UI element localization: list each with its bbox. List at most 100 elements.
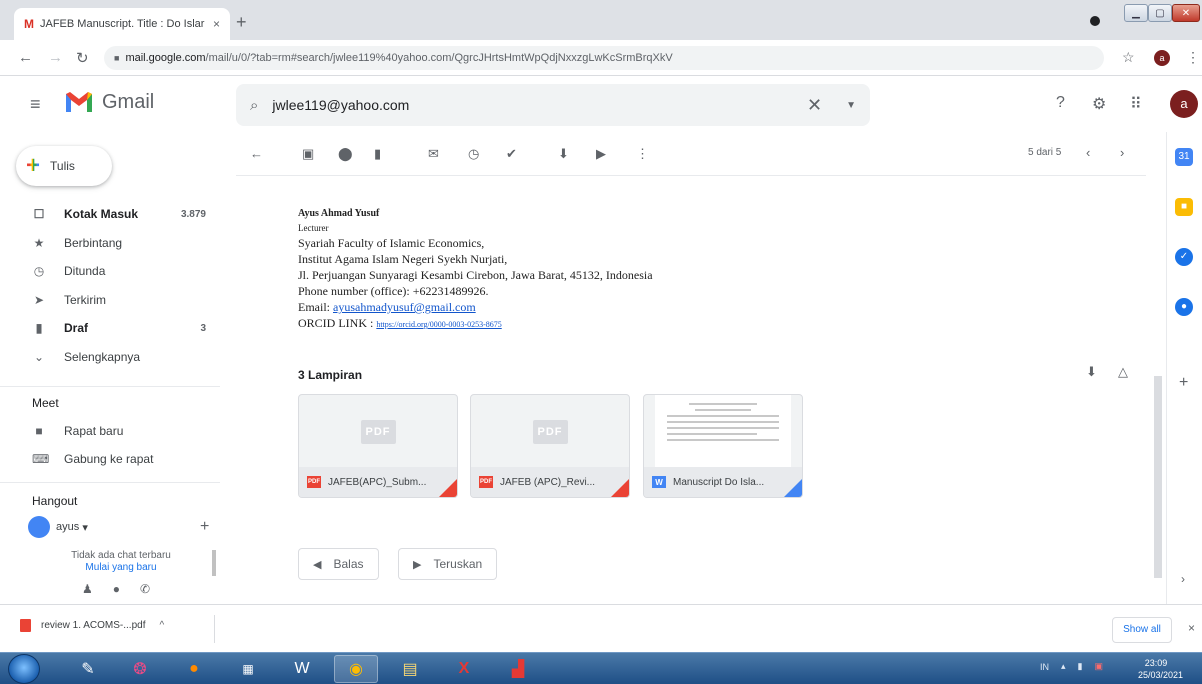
orcid-link[interactable]: https://orcid.org/0000-0003-0253-8675 xyxy=(376,320,501,329)
chrome-app-icon[interactable]: ◉ xyxy=(334,655,378,683)
tab-close-icon[interactable]: × xyxy=(213,17,220,31)
signature-name: Ayus Ahmad Yusuf xyxy=(298,208,380,219)
download-options-icon[interactable]: ^ xyxy=(159,620,164,631)
report-spam-icon[interactable]: ⬤ xyxy=(338,146,353,162)
contacts-icon[interactable]: ● xyxy=(1175,298,1193,316)
search-options-icon[interactable]: ▼ xyxy=(846,100,856,111)
swirl-app-icon[interactable]: ❂ xyxy=(118,655,162,683)
signature-email-link[interactable]: ayusahmadyusuf@gmail.com xyxy=(333,300,476,314)
contacts-tab-icon[interactable]: ♟ xyxy=(82,582,93,596)
forward-arrow-icon[interactable]: → xyxy=(48,49,63,66)
battery-icon[interactable]: ▮ xyxy=(1078,661,1083,672)
window-minimize-button[interactable]: ▁ xyxy=(1124,4,1148,22)
attachment-card[interactable]: PDF PDF JAFEB(APC)_Subm... xyxy=(298,394,458,498)
back-arrow-icon[interactable]: ← xyxy=(18,49,33,66)
help-icon[interactable]: ? xyxy=(1056,94,1065,112)
new-tab-button[interactable]: + xyxy=(236,12,247,33)
window-maximize-button[interactable]: ▢ xyxy=(1148,4,1172,22)
forward-button[interactable]: ▶ Teruskan xyxy=(398,548,498,580)
account-avatar[interactable]: a xyxy=(1170,90,1198,118)
delete-icon[interactable]: ▮ xyxy=(374,146,381,162)
chat-bubble-tab-icon[interactable]: ● xyxy=(113,582,120,596)
acrobat-tray-icon[interactable]: ▣ xyxy=(1094,661,1103,672)
apps-grid-icon[interactable]: ⠿ xyxy=(1130,94,1142,114)
download-all-icon[interactable]: ⬇ xyxy=(1086,364,1097,380)
browser-menu-icon[interactable]: ⋮ xyxy=(1186,49,1200,66)
label-icon[interactable]: ▶ xyxy=(596,146,606,162)
paint-app-icon[interactable]: ✎ xyxy=(66,655,110,683)
attachment-card[interactable]: PDF PDF JAFEB (APC)_Revi... xyxy=(470,394,630,498)
windows-start-button[interactable] xyxy=(8,654,40,684)
search-icon[interactable]: ⌕ xyxy=(250,97,258,114)
close-downloads-bar-icon[interactable]: × xyxy=(1188,621,1195,635)
reply-button[interactable]: ◀ Balas xyxy=(298,548,379,580)
forward-arrow-icon: ▶ xyxy=(413,558,422,571)
new-meeting-button[interactable]: ■ Rapat baru xyxy=(32,424,123,438)
mark-unread-icon[interactable]: ✉ xyxy=(428,146,439,162)
orcid-label: ORCID LINK : xyxy=(298,316,377,330)
system-clock[interactable]: 23:09 25/03/2021 xyxy=(1138,657,1183,681)
file-explorer-app-icon[interactable]: ▤ xyxy=(388,655,432,683)
record-indicator-icon xyxy=(1090,16,1100,26)
nav-item-count: 3.879 xyxy=(180,208,206,220)
save-to-drive-icon[interactable]: △ xyxy=(1118,364,1128,380)
attachment-corner-fold xyxy=(439,479,457,497)
start-new-chat-link[interactable]: Mulai yang baru xyxy=(30,562,212,574)
nav-item-drafts[interactable]: ▮ Draf 3 xyxy=(0,314,220,343)
nav-item-more[interactable]: ⌄ Selengkapnya xyxy=(0,343,220,372)
message-toolbar: ← ▣ ⬤ ▮ ✉ ◷ ✔ ⬇ ▶ ⋮ 5 dari 5 ‹ › xyxy=(236,136,1146,176)
get-addons-plus-icon[interactable]: + xyxy=(1179,374,1188,392)
nav-item-snoozed[interactable]: ◷ Ditunda xyxy=(0,257,220,286)
expand-side-panel-icon[interactable]: › xyxy=(1181,572,1185,586)
tasks-icon[interactable]: ✓ xyxy=(1175,248,1193,266)
message-scrollbar[interactable] xyxy=(1154,376,1162,578)
window-close-button[interactable]: ✕ xyxy=(1172,4,1200,22)
chevron-down-icon: ⌄ xyxy=(33,349,45,364)
nav-item-label: Terkirim xyxy=(64,292,106,307)
system-tray: IN ▴ ▮ ▣ xyxy=(1040,661,1103,672)
address-bar[interactable]: ■ mail.google.com/mail/u/0/?tab=rm#searc… xyxy=(104,46,1104,70)
firefox-app-icon[interactable]: ● xyxy=(172,655,216,683)
reload-icon[interactable]: ↻ xyxy=(76,49,89,67)
browser-tab-active[interactable]: M JAFEB Manuscript. Title : Do Islar × xyxy=(14,8,230,40)
new-chat-plus-icon[interactable]: + xyxy=(200,518,209,536)
keep-icon[interactable]: ■ xyxy=(1175,198,1193,216)
nav-item-starred[interactable]: ★ Berbintang xyxy=(0,229,220,258)
calendar-app-icon[interactable]: ▦ xyxy=(226,655,270,683)
language-indicator[interactable]: IN xyxy=(1040,662,1049,672)
move-to-icon[interactable]: ⬇ xyxy=(558,146,569,162)
main-menu-icon[interactable]: ≡ xyxy=(30,94,41,115)
bookmark-star-icon[interactable]: ☆ xyxy=(1122,49,1135,66)
thumbnail-line xyxy=(667,427,779,429)
settings-gear-icon[interactable]: ⚙ xyxy=(1092,94,1106,114)
xampp-app-icon[interactable]: X xyxy=(442,655,486,683)
add-to-tasks-icon[interactable]: ✔ xyxy=(506,146,517,162)
nav-item-sent[interactable]: ➤ Terkirim xyxy=(0,286,220,315)
search-input[interactable] xyxy=(272,97,807,113)
browser-tab-title: JAFEB Manuscript. Title : Do Islar xyxy=(40,18,205,30)
phone-tab-icon[interactable]: ✆ xyxy=(140,582,150,596)
show-all-downloads-button[interactable]: Show all xyxy=(1112,617,1172,643)
compose-button[interactable]: + Tulis xyxy=(16,146,112,186)
attachment-card[interactable]: W Manuscript Do Isla... xyxy=(643,394,803,498)
more-options-icon[interactable]: ⋮ xyxy=(636,146,649,162)
gmail-logo[interactable]: Gmail xyxy=(64,90,154,114)
nav-item-inbox[interactable]: ☐ Kotak Masuk 3.879 xyxy=(0,200,220,229)
newer-conversation-icon[interactable]: ‹ xyxy=(1086,145,1090,160)
tray-expand-icon[interactable]: ▴ xyxy=(1061,661,1066,672)
calendar-icon[interactable]: 31 xyxy=(1175,148,1193,166)
older-conversation-icon[interactable]: › xyxy=(1120,145,1124,160)
signature-email-line: Email: ayusahmadyusuf@gmail.com xyxy=(298,299,653,315)
hangout-tabs: ♟ ● ✆ xyxy=(82,582,150,596)
browser-profile-avatar[interactable]: a xyxy=(1154,50,1170,66)
back-to-list-icon[interactable]: ← xyxy=(250,146,263,161)
hangout-user-selector[interactable]: ayus ▾ xyxy=(28,516,88,538)
archive-icon[interactable]: ▣ xyxy=(302,146,314,162)
download-item[interactable]: review 1. ACOMS-...pdf ^ xyxy=(20,619,164,632)
snooze-icon[interactable]: ◷ xyxy=(468,146,479,162)
clock-icon: ◷ xyxy=(33,264,45,279)
clear-search-icon[interactable]: ✕ xyxy=(807,95,822,116)
acrobat-app-icon[interactable]: ▟ xyxy=(496,655,540,683)
join-meeting-button[interactable]: ⌨ Gabung ke rapat xyxy=(32,452,153,466)
word-app-icon[interactable]: W xyxy=(280,655,324,683)
